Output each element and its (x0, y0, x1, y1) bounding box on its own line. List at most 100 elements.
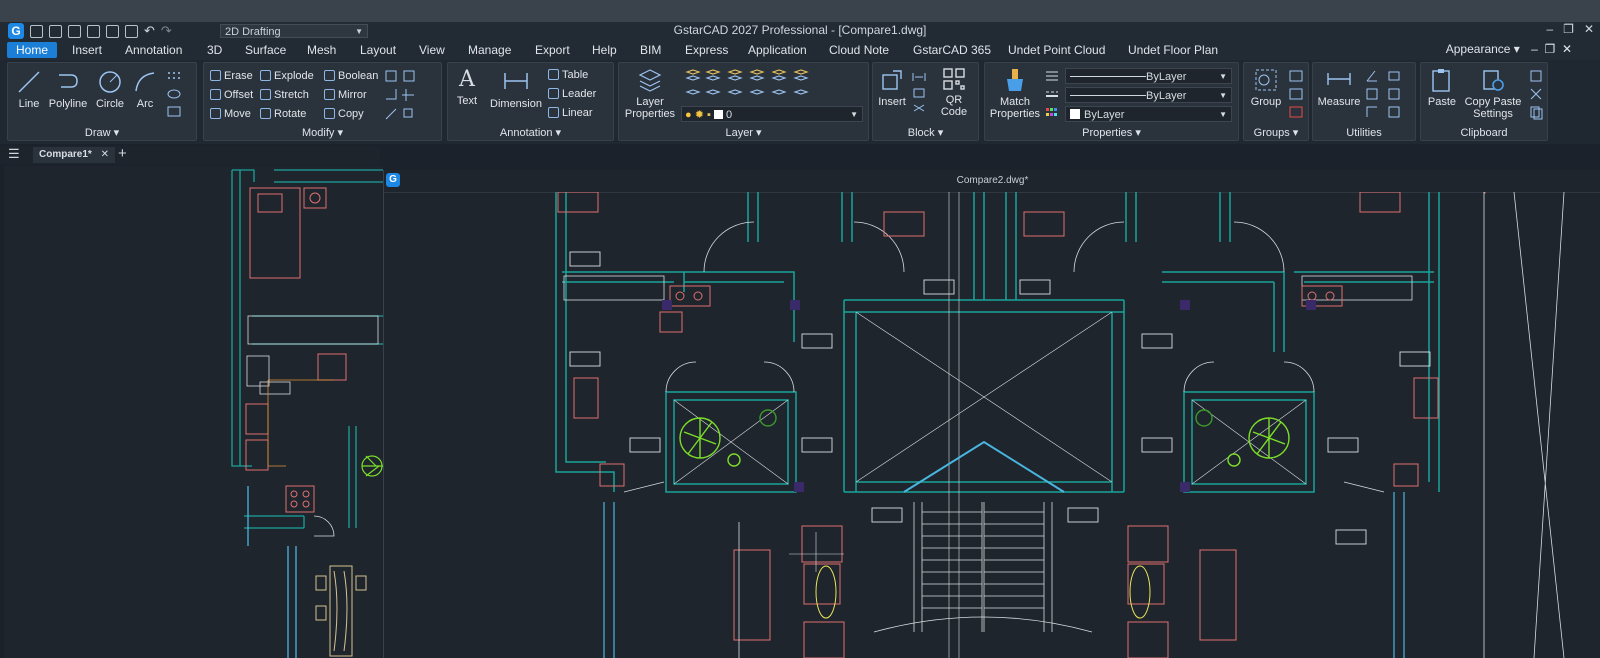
tab-help[interactable]: Help (592, 42, 617, 58)
tab-express[interactable]: Express (685, 42, 728, 58)
insert-button[interactable]: Insert (875, 67, 909, 108)
panel-properties: Match Properties ByLayer ▼ ByLayer ▼ ByLay… (984, 62, 1239, 141)
text-label: Text (456, 95, 478, 107)
layer-select[interactable]: ● ✹ ▪ 0 ▼ (681, 106, 863, 122)
stretch-button[interactable]: Stretch (260, 89, 309, 101)
copy-paste-settings-button[interactable]: Copy Paste Settings (1461, 67, 1525, 120)
erase-button[interactable]: Erase (210, 70, 253, 82)
tab-annotation[interactable]: Annotation (125, 42, 182, 58)
tab-insert[interactable]: Insert (72, 42, 102, 58)
clipboard-tools[interactable] (1529, 69, 1545, 121)
rotate-button[interactable]: Rotate (260, 108, 306, 120)
tab-layout[interactable]: Layout (360, 42, 396, 58)
tab-undet-floor-plan[interactable]: Undet Floor Plan (1128, 42, 1218, 58)
floor-plan-left (231, 169, 383, 658)
tab-export[interactable]: Export (535, 42, 570, 58)
move-button[interactable]: Move (210, 108, 251, 120)
drawing-canvas-compare1[interactable] (4, 166, 383, 658)
groups-tools[interactable] (1288, 69, 1306, 121)
layer-properties-button[interactable]: Layer Properties (621, 67, 679, 120)
window-title: GstarCAD 2027 Professional - [Compare1.d… (673, 23, 927, 37)
tab-home[interactable]: Home (7, 42, 58, 58)
clipboard-panel-label[interactable]: Clipboard (1421, 127, 1547, 139)
minimize-button[interactable]: – (1546, 22, 1553, 36)
chevron-down-icon: ▼ (850, 110, 858, 119)
modify-extra-tools[interactable] (384, 69, 438, 123)
properties-panel-label[interactable]: Properties ▾ (985, 126, 1238, 139)
offset-label: Offset (224, 89, 254, 101)
tab-view[interactable]: View (419, 42, 445, 58)
arc-button[interactable]: Arc (130, 69, 160, 110)
offset-icon (210, 89, 221, 100)
lineweight-value: ByLayer (1146, 90, 1187, 102)
appearance-menu[interactable]: Appearance ▾ – ❐ ✕ (1446, 42, 1572, 56)
top-strip (0, 0, 1600, 22)
plant-symbol (361, 455, 383, 477)
floor-plan-right (555, 192, 1565, 658)
measure-button[interactable]: Measure (1315, 67, 1363, 108)
tab-3d[interactable]: 3D (207, 42, 222, 58)
modify-panel-label[interactable]: Modify ▾ (204, 126, 441, 139)
tab-cloud-note[interactable]: Cloud Note (829, 42, 889, 58)
paste-label: Paste (1427, 96, 1457, 108)
close-icon[interactable]: ✕ (101, 149, 109, 160)
tab-surface[interactable]: Surface (245, 42, 286, 58)
explode-icon (260, 70, 271, 81)
annotation-panel-label[interactable]: Annotation ▾ (448, 126, 613, 139)
restore-button[interactable]: ❐ (1563, 22, 1574, 36)
tab-bim[interactable]: BIM (640, 42, 661, 58)
draw-extra-tools[interactable] (165, 69, 193, 121)
table-button[interactable]: Table (548, 69, 588, 81)
linear-button[interactable]: Linear (548, 107, 593, 119)
copy-button[interactable]: Copy (324, 108, 364, 120)
utilities-panel-label[interactable]: Utilities (1313, 127, 1415, 139)
arc-icon (135, 72, 155, 92)
file-tab-bar: ☰ Compare1* ✕ + (0, 145, 380, 164)
tab-undet-point-cloud[interactable]: Undet Point Cloud (1008, 42, 1105, 58)
layer-panel-label[interactable]: Layer ▾ (619, 126, 868, 139)
chevron-down-icon: ▼ (1219, 110, 1227, 119)
tab-application[interactable]: Application (748, 42, 807, 58)
linear-icon (548, 107, 559, 118)
match-properties-button[interactable]: Match Properties (987, 67, 1043, 120)
tab-gstarcad-365[interactable]: GstarCAD 365 (913, 42, 991, 58)
dimension-button[interactable]: Dimension (486, 67, 546, 110)
polyline-button[interactable]: Polyline (46, 69, 90, 110)
boolean-button[interactable]: Boolean (324, 70, 378, 82)
add-tab-button[interactable]: + (118, 145, 127, 162)
block-tools[interactable] (911, 69, 929, 121)
color-select[interactable]: ByLayer ▼ (1065, 106, 1232, 122)
tab-manage[interactable]: Manage (468, 42, 511, 58)
ribbon: Line Polyline Circle Arc Draw ▾ Erase Ex… (0, 60, 1600, 144)
layer-tools[interactable] (685, 68, 825, 102)
tab-mesh[interactable]: Mesh (307, 42, 336, 58)
measure-icon (1327, 73, 1351, 85)
close-button[interactable]: ✕ (1584, 22, 1594, 36)
qr-code-button[interactable]: QR Code (933, 67, 975, 118)
panel-annotation: A Text Dimension Table Leader Linear Ann… (447, 62, 614, 141)
offset-button[interactable]: Offset (210, 89, 253, 101)
mirror-button[interactable]: Mirror (324, 89, 367, 101)
panel-layer: Layer Properties ● ✹ ▪ 0 ▼ Layer ▾ (618, 62, 869, 141)
leader-button[interactable]: Leader (548, 88, 596, 100)
lineweight-select[interactable]: ByLayer ▼ (1065, 87, 1232, 103)
circle-button[interactable]: Circle (92, 69, 128, 110)
linear-label: Linear (562, 107, 593, 119)
group-button[interactable]: Group (1246, 67, 1286, 108)
line-button[interactable]: Line (14, 69, 44, 110)
drawing-window-compare2[interactable]: G Compare2.dwg* (383, 170, 1600, 658)
lock-icon: ▪ (707, 109, 711, 121)
file-tab-compare1[interactable]: Compare1* ✕ (33, 147, 115, 163)
draw-panel-label[interactable]: Draw ▾ (8, 126, 196, 139)
paste-button[interactable]: Paste (1423, 67, 1461, 108)
groups-panel-label[interactable]: Groups ▾ (1244, 126, 1308, 139)
text-button[interactable]: A Text (450, 67, 484, 107)
block-panel-label[interactable]: Block ▾ (873, 126, 978, 139)
line-label: Line (18, 98, 40, 110)
qr-code-label-2: Code (940, 106, 968, 118)
mirror-icon (324, 89, 335, 100)
explode-button[interactable]: Explode (260, 70, 314, 82)
linetype-select[interactable]: ByLayer ▼ (1065, 68, 1232, 84)
utilities-tools[interactable] (1365, 69, 1411, 121)
menu-icon[interactable]: ☰ (8, 146, 20, 162)
